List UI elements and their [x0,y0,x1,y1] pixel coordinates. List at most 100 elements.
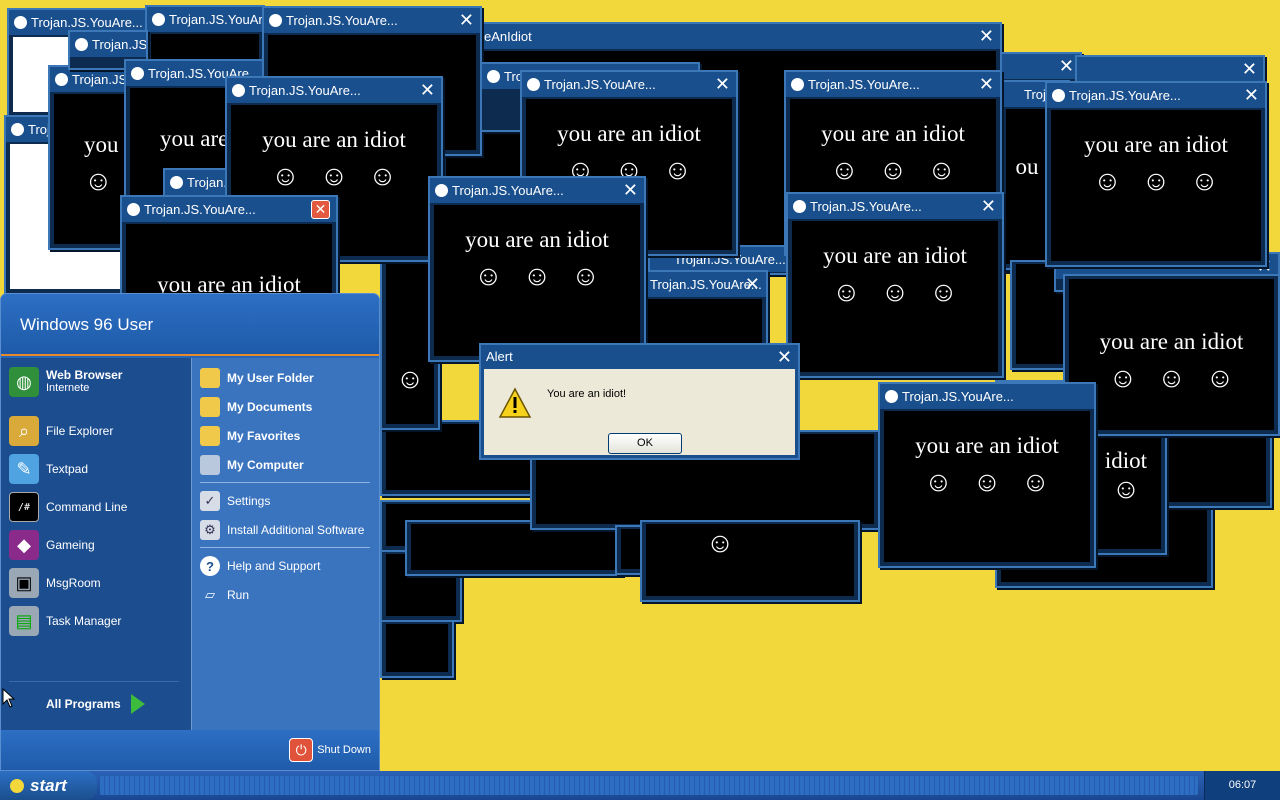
window-titlebar[interactable]: ✕ [1002,54,1080,79]
idiot-popup-window[interactable]: Trojan.JS.YouAre... you are an idiot ☺☺☺ [878,382,1096,568]
smiley-icon: ☺ [1111,474,1141,505]
close-icon[interactable]: ✕ [777,345,792,369]
pinned-programs: ◍ Web Browser Internete ⌕ File Explorer ✎… [1,358,191,730]
popup-body: ☺ [646,524,854,596]
menu-item-label: Install Additional Software [227,523,365,537]
close-icon[interactable]: ✕ [979,72,994,97]
menu-item-label: MsgRoom [46,576,101,590]
window-titlebar[interactable]: Trojan.JS.YouAre... ✕ [1047,83,1265,108]
menu-item-label: My Computer [227,458,304,472]
clock[interactable]: 06:07 [1229,779,1257,791]
alert-dialog[interactable]: Alert ✕ You are an idiot! OK [479,343,800,460]
close-icon[interactable]: ✕ [420,78,435,103]
taskbar-window-strip[interactable] [100,776,1198,795]
menu-item-settings[interactable]: ✓ Settings [200,489,376,513]
idiot-popup-window[interactable]: idiot ☺ [1085,430,1167,555]
menu-item-task-manager[interactable]: ▤ Task Manager [9,604,184,638]
smiley-icon: ☺☺☺ [271,161,417,192]
folder-search-icon: ⌕ [9,416,39,446]
taskbar: start 06:07 [0,771,1280,800]
menu-item-msgroom[interactable]: ▣ MsgRoom [9,566,184,600]
divider [200,547,370,548]
menu-item-run[interactable]: ▱ Run [200,583,376,607]
alert-titlebar[interactable]: Alert ✕ [481,345,798,369]
menu-item-label: Command Line [46,500,128,514]
menu-item-label: Gameing [46,538,95,552]
smiley-icon: ☺☺☺ [830,155,976,186]
window-title: Trojan.JS.YouAre... [1069,88,1181,103]
menu-item-help[interactable]: ? Help and Support [200,554,376,578]
start-menu: Windows 96 User ◍ Web Browser Internete ⌕… [0,293,380,771]
close-icon[interactable]: ✕ [1059,54,1074,79]
user-name: Windows 96 User [1,294,379,356]
idiot-popup-window[interactable] [380,620,454,678]
close-icon[interactable]: ✕ [981,194,996,219]
smiley-icon: ☺☺☺ [1108,363,1255,394]
all-programs-button[interactable]: All Programs [46,690,145,718]
close-icon[interactable]: ✕ [979,24,994,49]
smiley-icon: ☺☺☺ [474,261,620,292]
menu-item-file-explorer[interactable]: ⌕ File Explorer [9,414,184,448]
menu-item-my-documents[interactable]: My Documents [200,395,376,419]
idiot-popup-window[interactable]: Trojan.JS.YouAre... ✕ you are an idiot ☺☺☺ [786,192,1004,378]
ok-button[interactable]: OK [608,433,682,454]
popup-message: you are an idiot [821,121,965,146]
window-titlebar[interactable]: eAnIdiot ✕ [442,24,1000,49]
window-title: Trojan.JS.YouAre... [169,12,263,27]
window-titlebar[interactable]: Trojan.JS.YouAre... ✕ [522,72,736,97]
window-titlebar[interactable]: Trojan.JS.YouAre... [880,384,1094,409]
close-icon[interactable]: ✕ [311,200,330,219]
window-titlebar[interactable]: Trojan.JS.YouAre... ✕ [122,197,336,222]
popup-message: idiot [1104,448,1148,473]
window-titlebar[interactable]: Trojan.JS.YouAre... [70,32,146,57]
popup-message: you are an idiot [1084,132,1228,157]
menu-item-my-favorites[interactable]: My Favorites [200,424,376,448]
window-titlebar[interactable]: Trojan.JS.YouAre... ✕ [788,194,1002,219]
window-titlebar[interactable]: Trojan.JS.YouAre... ✕ [264,8,480,33]
smiley-icon [10,778,24,793]
cube-icon: ◆ [9,530,39,560]
window-titlebar[interactable]: Trojan.JS.YouAre... ✕ [786,72,1000,97]
window-titlebar[interactable]: ✕ [1077,57,1263,82]
smiley-icon [269,14,282,27]
settings-icon: ✓ [200,491,220,511]
close-icon[interactable]: ✕ [623,178,638,203]
idiot-popup-window[interactable]: Trojan.JS.YouAre... ✕ you are an idiot [120,195,338,305]
menu-item-gameing[interactable]: ◆ Gameing [9,528,184,562]
window-titlebar[interactable]: Trojan.JS.YouAre... ✕ [227,78,441,103]
popup-body: you are an idiot ☺☺☺ [1069,279,1274,430]
window-title: Trojan.JS.YouAre... [144,202,256,217]
idiot-popup-window[interactable]: Trojan.JS.YouAre... ✕ you are an idiot ☺☺☺ [1045,81,1267,267]
close-icon[interactable]: ✕ [459,8,474,33]
popup-message: you are an idiot [823,243,967,268]
popup-message: you are an idiot [915,433,1059,458]
close-icon[interactable]: ✕ [1244,83,1259,108]
menu-item-my-computer[interactable]: My Computer [200,453,376,477]
window-title: Trojan.JS.YouAre... [31,15,143,30]
popup-message: you are an idiot [262,127,406,152]
start-label: start [30,775,67,795]
smiley-icon [232,84,245,97]
idiot-popup-window[interactable]: Trojan.JS.YouAre... ✕ you are an idiot ☺☺☺ [428,176,646,362]
menu-item-my-user-folder[interactable]: My User Folder [200,366,376,390]
close-icon[interactable]: ✕ [1242,57,1257,82]
menu-item-textpad[interactable]: ✎ Textpad [9,452,184,486]
close-icon[interactable]: ✕ [715,72,730,97]
shutdown-button[interactable]: ⏻ Shut Down [289,737,371,763]
menu-item-command-line[interactable]: /# Command Line [9,490,184,524]
window-titlebar[interactable]: Trojan.JS.YouAre... [147,7,263,32]
start-button[interactable]: start [0,771,97,800]
idiot-popup-window[interactable]: ☺ [640,520,860,602]
notepad-icon: ✎ [9,454,39,484]
menu-item-install-software[interactable]: ⚙ Install Additional Software [200,518,376,542]
alert-title: Alert [486,349,513,364]
window-title: Trojan.JS.YouAre... [808,77,920,92]
window-titlebar[interactable]: Trojan.JS.YouAre... ✕ [430,178,644,203]
menu-item-web-browser[interactable]: ◍ Web Browser Internete [9,365,184,399]
window-title: Trojan.JS.YouAre... [544,77,656,92]
help-icon: ? [200,556,220,576]
popup-message: you are an idiot [1099,329,1244,354]
close-icon[interactable]: ✕ [745,272,760,297]
smiley-icon: ☺☺☺ [832,277,978,308]
smiley-icon [14,16,27,29]
